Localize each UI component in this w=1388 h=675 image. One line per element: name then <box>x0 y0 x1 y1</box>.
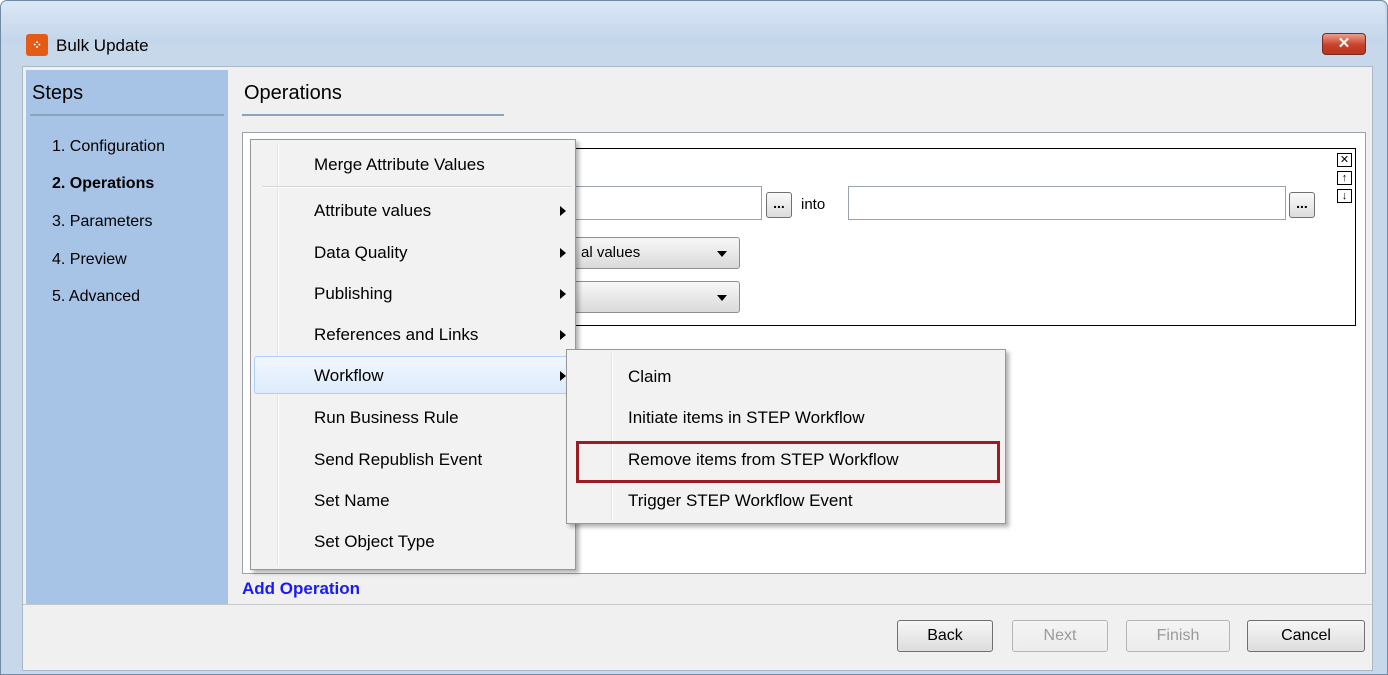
chevron-down-icon <box>717 295 727 301</box>
move-down-icon[interactable]: ↓ <box>1337 189 1352 203</box>
step-parameters[interactable]: 3. Parameters <box>52 213 152 231</box>
close-button[interactable]: ✕ <box>1322 33 1366 55</box>
merge-mode-dropdown[interactable]: al values <box>566 237 740 269</box>
merge-mode-value: al values <box>581 244 641 261</box>
menu-item-workflow[interactable]: Workflow <box>314 366 384 386</box>
target-attribute-field[interactable] <box>848 186 1286 220</box>
menu-item-data-quality[interactable]: Data Quality <box>314 243 408 263</box>
menu-item-merge-attribute-values[interactable]: Merge Attribute Values <box>314 155 485 175</box>
source-browse-button[interactable]: ... <box>766 192 792 218</box>
menu-item-run-business-rule[interactable]: Run Business Rule <box>314 408 459 428</box>
second-option-dropdown[interactable] <box>566 281 740 313</box>
submenu-arrow-icon <box>560 289 566 299</box>
step-advanced[interactable]: 5. Advanced <box>52 288 140 306</box>
back-button[interactable]: Back <box>897 620 993 652</box>
operations-title: Operations <box>244 82 342 104</box>
source-attribute-field[interactable] <box>570 186 762 220</box>
move-up-icon[interactable]: ↑ <box>1337 171 1352 185</box>
finish-button[interactable]: Finish <box>1126 620 1230 652</box>
menu-separator <box>262 186 572 188</box>
submenu-arrow-icon <box>560 248 566 258</box>
app-icon: ⁘ <box>26 34 48 56</box>
workflow-hover-highlight <box>254 356 570 394</box>
step-configuration[interactable]: 1. Configuration <box>52 138 165 156</box>
menu-item-references-and-links[interactable]: References and Links <box>314 325 478 345</box>
submenu-arrow-icon <box>560 206 566 216</box>
step-preview[interactable]: 4. Preview <box>52 251 127 269</box>
submenu-item-initiate-items[interactable]: Initiate items in STEP Workflow <box>628 408 865 428</box>
submenu-arrow-icon <box>560 330 566 340</box>
target-browse-button[interactable]: ... <box>1289 192 1315 218</box>
annotation-highlight-box <box>576 441 1000 483</box>
operations-title-underline <box>242 114 504 116</box>
title-bar[interactable] <box>1 1 1385 43</box>
into-label: into <box>801 196 826 213</box>
next-button[interactable]: Next <box>1012 620 1108 652</box>
chevron-down-icon <box>717 251 727 257</box>
steps-title-underline <box>30 114 224 116</box>
submenu-item-claim[interactable]: Claim <box>628 367 671 387</box>
menu-item-send-republish-event[interactable]: Send Republish Event <box>314 450 482 470</box>
menu-item-set-object-type[interactable]: Set Object Type <box>314 532 435 552</box>
footer-divider <box>23 604 1372 605</box>
window-title: Bulk Update <box>56 36 149 55</box>
add-operation-link[interactable]: Add Operation <box>242 579 360 599</box>
remove-operation-icon[interactable]: ✕ <box>1337 153 1352 167</box>
menu-item-publishing[interactable]: Publishing <box>314 284 392 304</box>
submenu-item-trigger-workflow-event[interactable]: Trigger STEP Workflow Event <box>628 491 853 511</box>
menu-item-set-name[interactable]: Set Name <box>314 491 390 511</box>
steps-title: Steps <box>32 82 84 104</box>
cancel-button[interactable]: Cancel <box>1247 620 1365 652</box>
menu-item-attribute-values[interactable]: Attribute values <box>314 201 431 221</box>
step-operations[interactable]: 2. Operations <box>52 175 154 193</box>
